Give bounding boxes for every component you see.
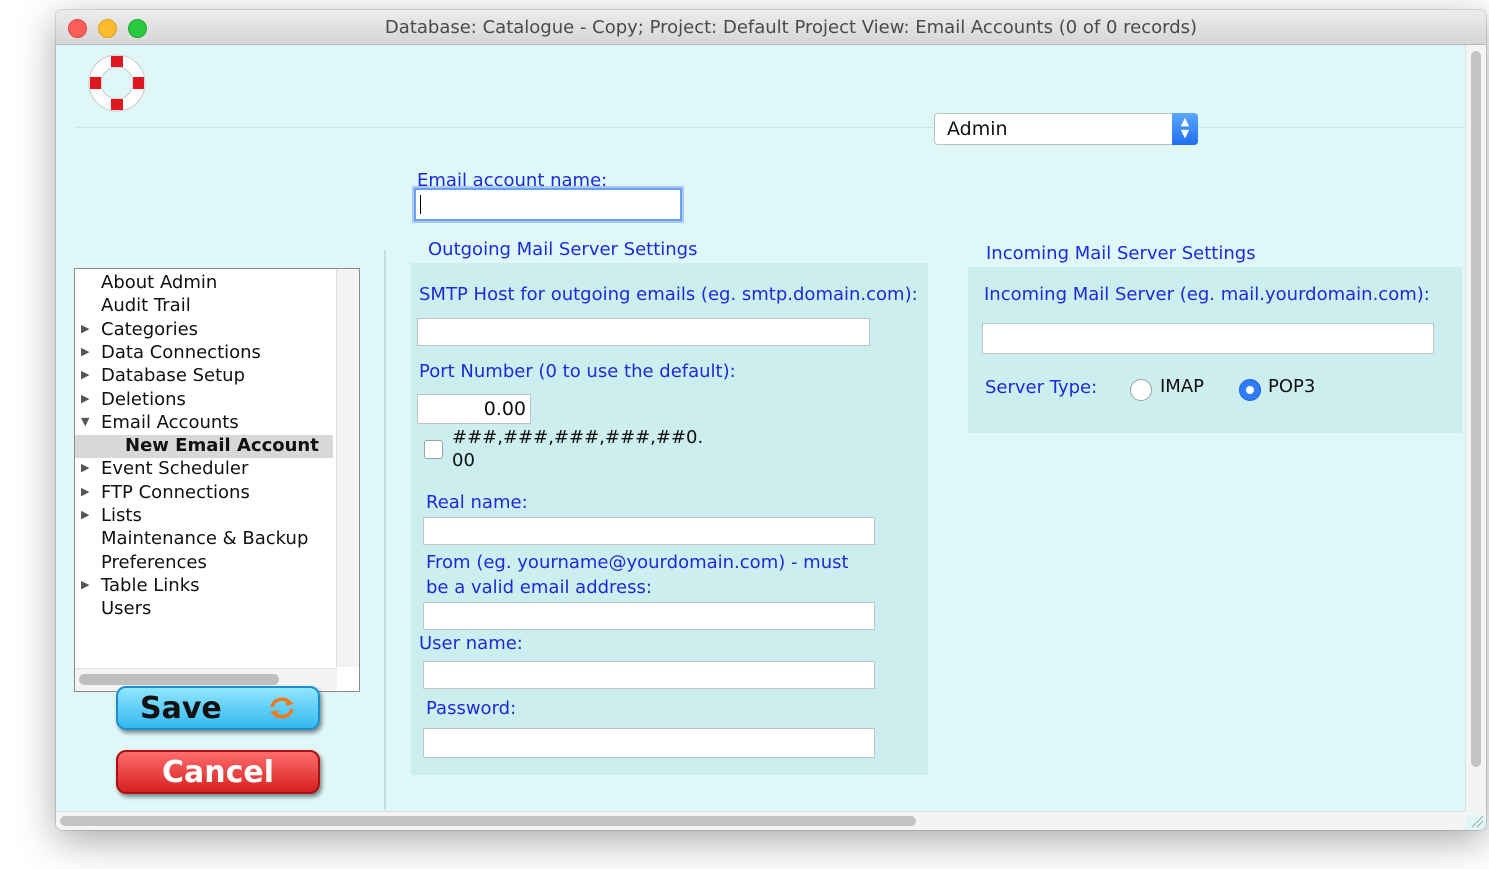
from-address-label-line2: be a valid email address: [426,577,652,598]
select-arrows-icon: ▲ ▼ [1172,113,1198,145]
port-number-input[interactable]: 0.00 [417,394,531,424]
tree-item[interactable]: Audit Trail [75,295,333,318]
save-button-label: Save [140,690,222,726]
window-vertical-scroll-thumb[interactable] [1471,51,1481,767]
save-button[interactable]: Save [116,686,320,730]
tree-item-label: Users [101,598,152,620]
disclosure-collapsed-icon[interactable]: ▶ [81,485,89,498]
header-divider [76,127,1466,128]
main-content: Admin ▲ ▼ Email account name: About Admin… [56,45,1466,815]
window-title: Database: Catalogue - Copy; Project: Def… [384,17,1198,38]
incoming-server-label: Incoming Mail Server (eg. mail.yourdomai… [984,284,1430,305]
tree-item[interactable]: ▶ Database Setup [75,365,333,388]
tree-item[interactable]: ▶ Categories [75,319,333,342]
imap-label: IMAP [1160,376,1205,397]
tree-item[interactable]: ▶ Deletions [75,389,333,412]
tree-item-label: Table Links [101,574,200,596]
tree-item[interactable]: About Admin [75,272,333,295]
user-select-value: Admin [947,118,1008,140]
incoming-settings-heading: Incoming Mail Server Settings [986,243,1256,264]
tree-item[interactable]: ▶ Event Scheduler [75,458,333,481]
tree-item-label: Audit Trail [101,295,191,317]
text-caret [420,195,421,214]
cancel-button[interactable]: Cancel [116,750,320,794]
email-account-name-input[interactable] [414,188,682,221]
tree-item-label: Data Connections [101,341,261,363]
user-select[interactable]: Admin ▲ ▼ [934,113,1198,145]
tree-item-label: New Email Account [125,435,319,457]
password-label: Password: [426,698,517,719]
user-name-label: User name: [419,633,523,654]
window-horizontal-scroll-thumb[interactable] [60,816,916,826]
outgoing-settings-heading: Outgoing Mail Server Settings [428,239,698,260]
tree-scroll-thumb[interactable] [79,674,279,685]
tree-item[interactable]: ▶ Data Connections [75,342,333,365]
server-type-label: Server Type: [985,377,1098,398]
window-horizontal-scrollbar[interactable] [56,811,1466,830]
tree-item[interactable]: ▶ Table Links [75,575,333,598]
tree-item-label: Lists [101,505,142,526]
resize-grip-icon[interactable] [1470,814,1484,828]
number-format-checkbox[interactable] [424,440,443,459]
title-bar: Database: Catalogue - Copy; Project: Def… [56,10,1486,45]
tree-item[interactable]: ▶ FTP Connections [75,482,333,505]
imap-radio[interactable] [1130,379,1152,401]
tree-item-label: Database Setup [101,365,245,387]
number-format-line1: ###,###,###,###,##0. [452,427,704,448]
pop3-radio[interactable] [1239,379,1261,401]
tree-item-label: About Admin [101,272,218,293]
disclosure-collapsed-icon[interactable]: ▶ [81,508,89,521]
vertical-separator [384,250,386,810]
pop3-label: POP3 [1268,376,1316,397]
tree-item-label: Categories [101,318,199,340]
port-number-label: Port Number (0 to use the default): [419,361,736,382]
from-address-label-line1: From (eg. yourname@yourdomain.com) - mus… [426,552,849,573]
tree-vertical-scrollbar[interactable] [336,269,359,667]
tree-item[interactable]: ▶ Lists [75,505,333,528]
tree-item[interactable]: Maintenance & Backup [75,528,333,551]
smtp-host-input[interactable] [417,318,870,346]
incoming-server-input[interactable] [982,323,1434,354]
number-format-line2: 00 [452,450,475,471]
disclosure-collapsed-icon[interactable]: ▶ [81,345,89,358]
window-vertical-scrollbar[interactable] [1465,45,1486,815]
tree-item[interactable]: Preferences [75,552,333,575]
smtp-host-label: SMTP Host for outgoing emails (eg. smtp.… [419,284,918,305]
tree-item[interactable]: New Email Account [75,435,333,459]
disclosure-collapsed-icon[interactable]: ▶ [81,392,89,405]
port-number-value: 0.00 [483,398,526,420]
disclosure-collapsed-icon[interactable]: ▶ [81,578,89,591]
tree-item[interactable]: Users [75,598,333,621]
user-name-input[interactable] [423,661,875,689]
from-address-input[interactable] [423,602,875,630]
tree-item-label: Preferences [101,551,207,573]
tree-item-label: Event Scheduler [101,458,249,480]
app-window: Database: Catalogue - Copy; Project: Def… [56,10,1486,830]
password-input[interactable] [423,728,875,758]
real-name-label: Real name: [426,492,528,513]
admin-navigation-tree[interactable]: About Admin Audit Trail ▶ Categories ▶ Data C… [74,268,360,692]
real-name-input[interactable] [423,517,875,545]
disclosure-collapsed-icon[interactable]: ▶ [81,368,89,381]
lifebuoy-help-icon[interactable] [86,52,148,114]
tree-item-label: Maintenance & Backup [101,528,309,550]
tree-item-label: Email Accounts [101,411,239,433]
disclosure-expanded-icon[interactable]: ▼ [81,415,89,428]
sync-icon [270,697,294,719]
tree-item-label: Deletions [101,388,186,410]
disclosure-collapsed-icon[interactable]: ▶ [81,461,89,474]
disclosure-collapsed-icon[interactable]: ▶ [81,322,89,335]
tree-item[interactable]: ▼ Email Accounts [75,412,333,435]
tree-item-label: FTP Connections [101,481,250,503]
